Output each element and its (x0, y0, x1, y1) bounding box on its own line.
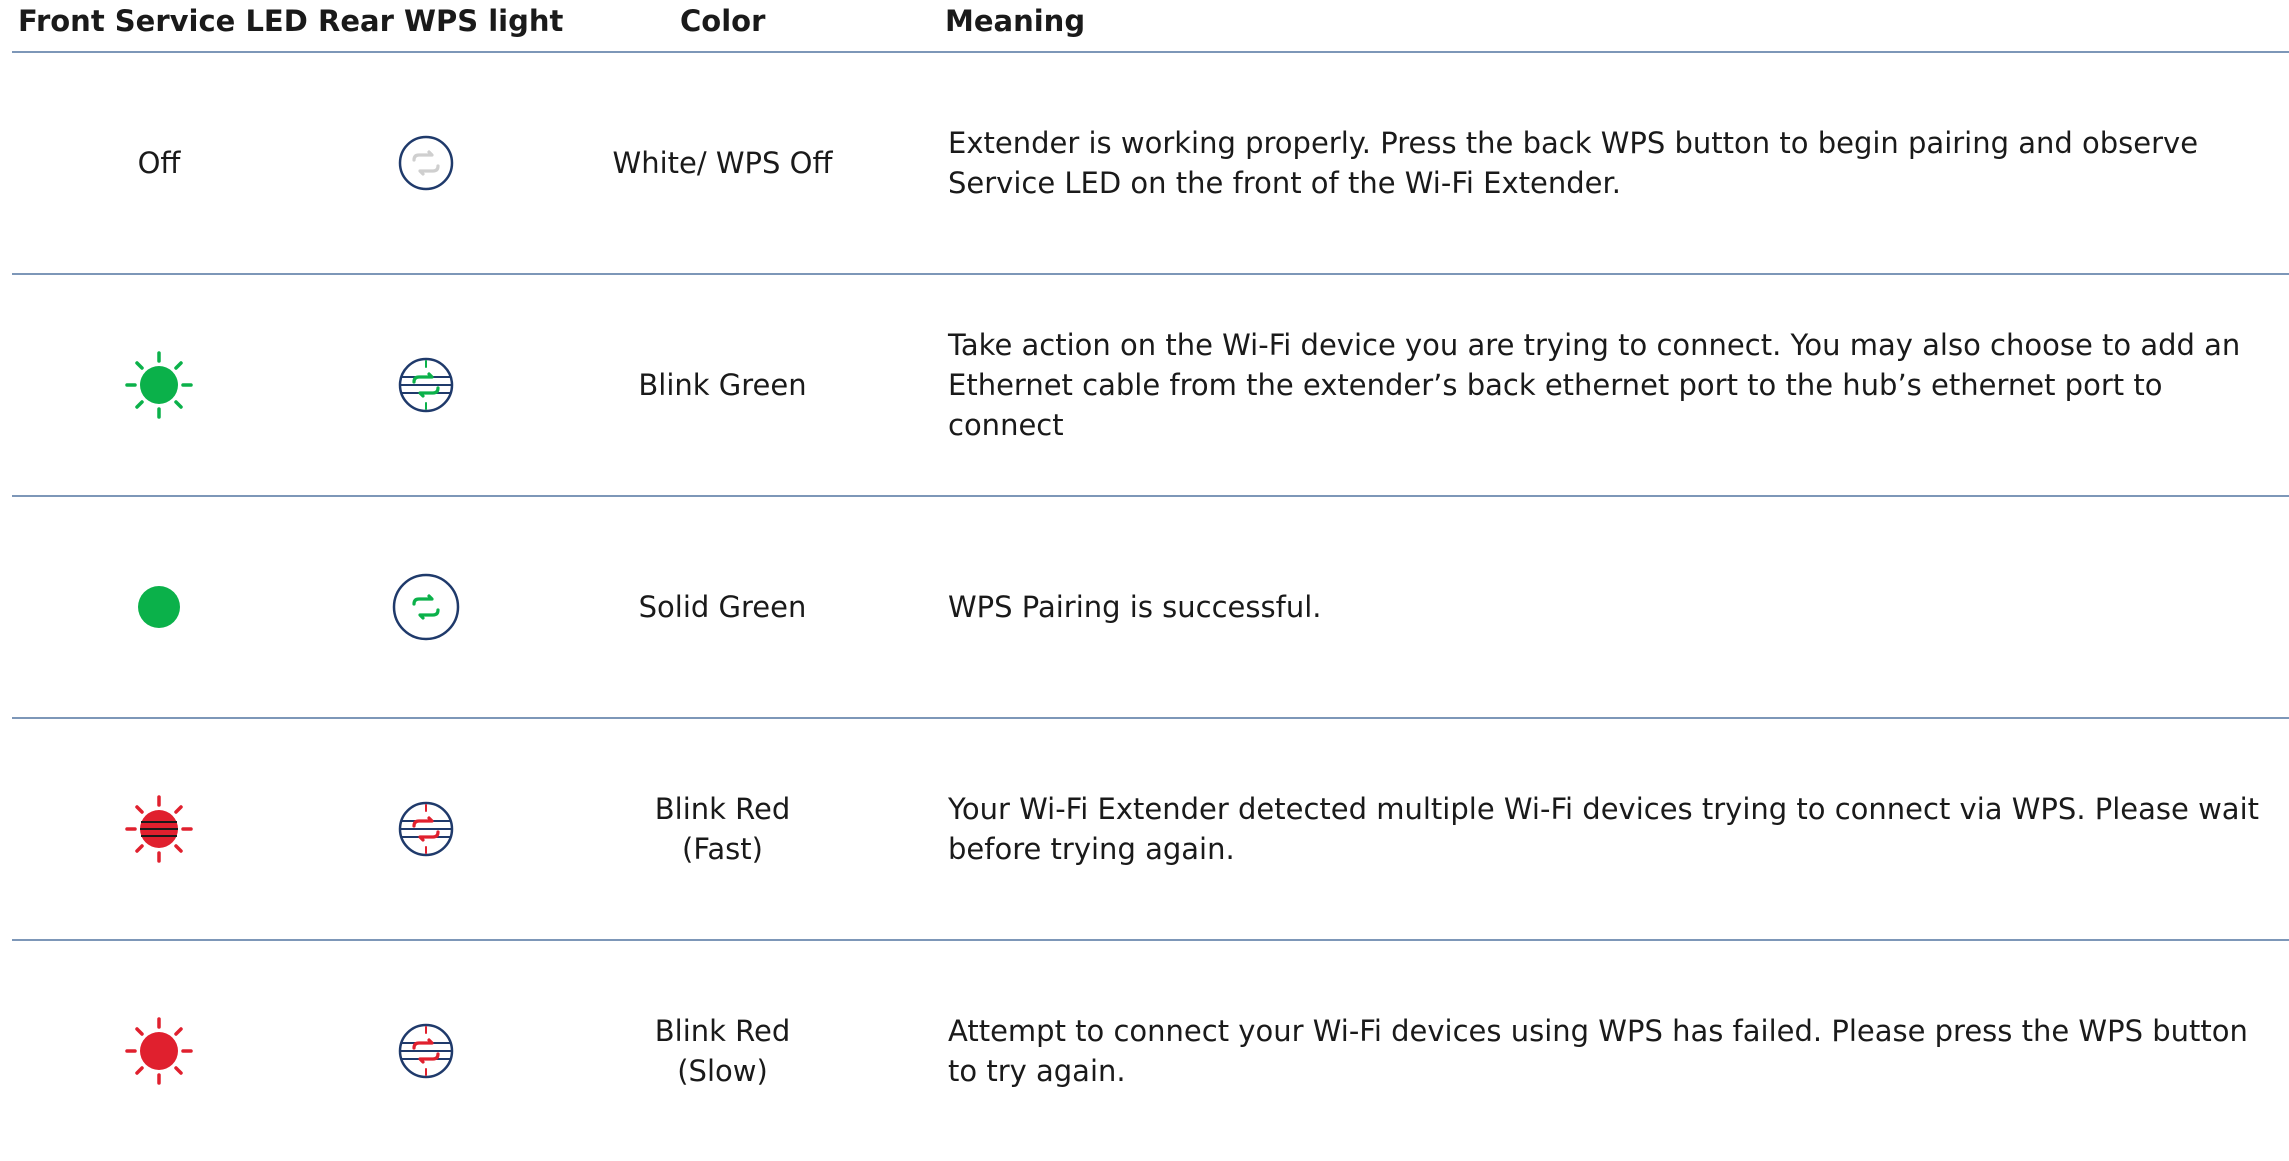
meaning-text: Take action on the Wi-Fi device you are … (948, 328, 2241, 442)
wps-red-blink-icon (386, 789, 466, 869)
front-led-cell: Off (113, 117, 205, 209)
color-cell: Blink Red (Slow) (550, 941, 895, 1161)
table-row: Blink Green Take action on the Wi-Fi dev… (0, 275, 2289, 495)
color-sublabel: (Fast) (682, 832, 763, 866)
front-led-off-text: Off (137, 146, 181, 180)
wps-red-blink-icon (386, 1011, 466, 1091)
wps-green-solid-icon (386, 567, 466, 647)
color-cell: White/ WPS Off (550, 53, 895, 273)
table-row: Blink Red (Slow) Attempt to connect your… (0, 941, 2289, 1161)
column-header-front-service-led: Front Service LED (18, 4, 308, 38)
color-label: Blink Red (654, 1014, 791, 1048)
meaning-cell: Extender is working properly. Press the … (948, 53, 2278, 273)
column-header-meaning: Meaning (945, 4, 1086, 38)
table-header: Front Service LED Rear WPS light Color M… (0, 0, 2289, 52)
meaning-text: Extender is working properly. Press the … (948, 126, 2199, 200)
meaning-text: WPS Pairing is successful. (948, 590, 1322, 624)
meaning-text: Your Wi-Fi Extender detected multiple Wi… (948, 792, 2260, 866)
color-label: Solid Green (638, 590, 807, 624)
red-slow-blink-led-icon (113, 1005, 205, 1097)
table-row: Solid Green WPS Pairing is successful. (0, 497, 2289, 717)
color-cell: Solid Green (550, 497, 895, 717)
meaning-cell: Take action on the Wi-Fi device you are … (948, 275, 2278, 495)
meaning-text: Attempt to connect your Wi-Fi devices us… (948, 1014, 2248, 1088)
column-header-rear-wps-light: Rear WPS light (318, 4, 564, 38)
table-row: Blink Red (Fast) Your Wi-Fi Extender det… (0, 719, 2289, 939)
color-cell: Blink Green (550, 275, 895, 495)
column-header-color: Color (680, 4, 766, 38)
wps-white-off-icon (386, 123, 466, 203)
meaning-cell: Your Wi-Fi Extender detected multiple Wi… (948, 719, 2278, 939)
wps-green-blink-icon (386, 345, 466, 425)
red-fast-blink-led-icon (113, 783, 205, 875)
table-row: Off White/ WPS Off Extender is working p… (0, 53, 2289, 273)
meaning-cell: Attempt to connect your Wi-Fi devices us… (948, 941, 2278, 1161)
color-label: Blink Green (638, 368, 807, 402)
meaning-cell: WPS Pairing is successful. (948, 497, 2278, 717)
green-blink-led-icon (113, 339, 205, 431)
color-sublabel: (Slow) (677, 1054, 768, 1088)
color-label: Blink Red (654, 792, 791, 826)
color-label: White/ WPS Off (612, 146, 833, 180)
green-solid-led-icon (113, 561, 205, 653)
color-cell: Blink Red (Fast) (550, 719, 895, 939)
